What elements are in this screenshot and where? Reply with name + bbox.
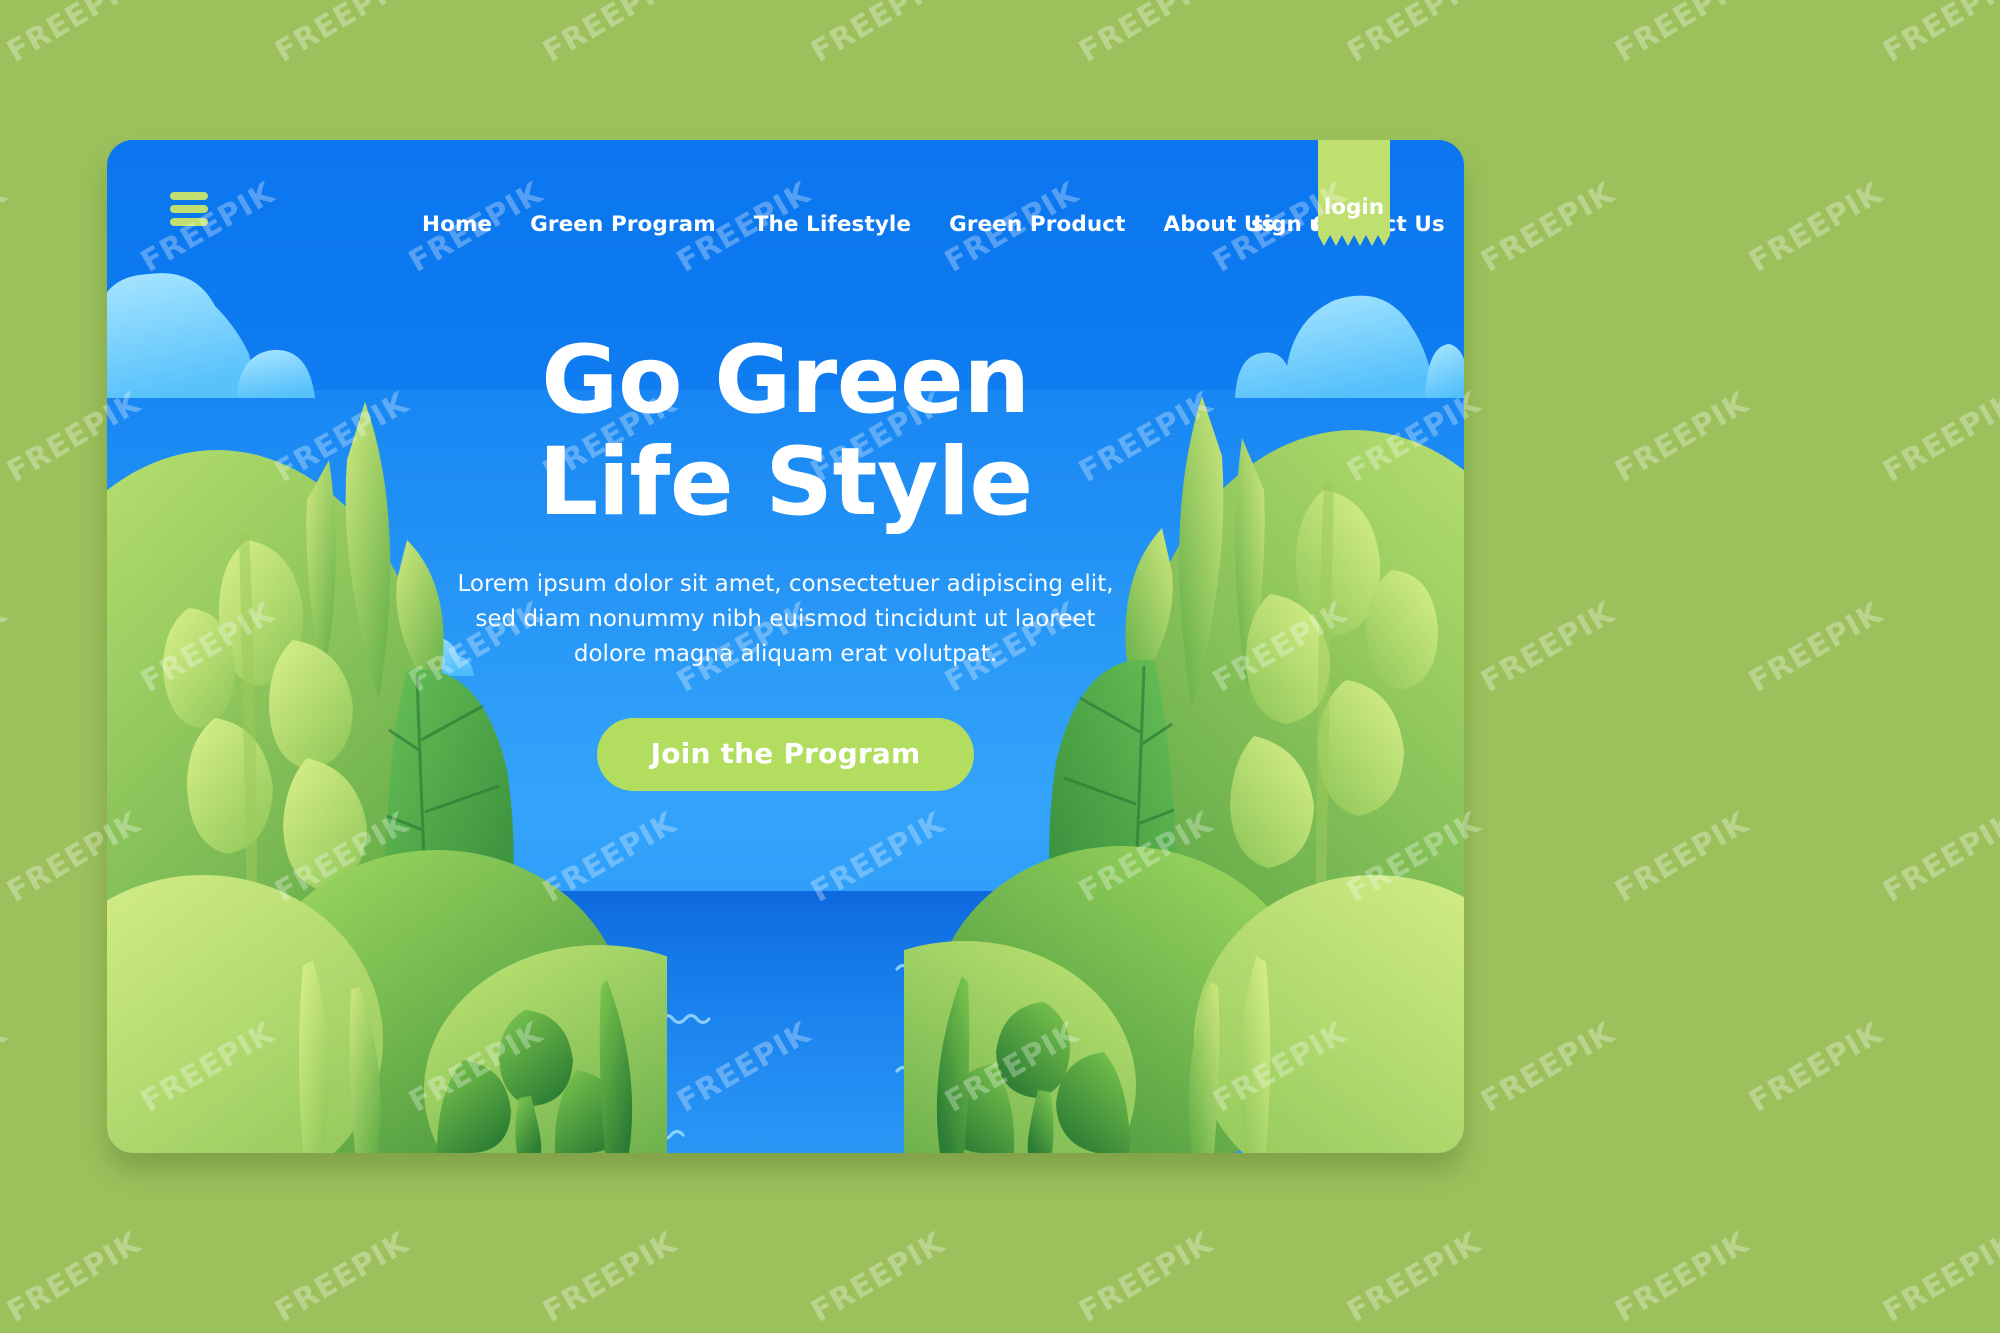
watermark-text: FREEPIK [1,0,147,70]
page-title: Go Green Life Style [107,330,1464,533]
watermark-text: FREEPIK [1743,175,1889,280]
nav-item-green-product[interactable]: Green Product [949,212,1125,237]
watermark-text: FREEPIK [1609,1225,1755,1330]
hero-subtitle: Lorem ipsum dolor sit amet, consectetuer… [457,571,1114,667]
login-ribbon-button[interactable]: login [1318,140,1390,247]
page-root: Home Green Program The Lifestyle Green P… [0,0,2000,1333]
nav-item-green-program[interactable]: Green Program [530,212,716,237]
hero-title-line-2: Life Style [538,427,1033,537]
navbar: Home Green Program The Lifestyle Green P… [107,140,1464,270]
hero-section: Go Green Life Style Lorem ipsum dolor si… [107,330,1464,791]
watermark-text: FREEPIK [269,0,415,70]
watermark-text: FREEPIK [1609,385,1755,490]
watermark-text: FREEPIK [1609,0,1755,70]
watermark-text: FREEPIK [269,1225,415,1330]
nav-link-green-program[interactable]: Green Program [530,212,716,237]
sea-with-waves [107,873,1464,1153]
watermark-text: FREEPIK [0,1015,13,1120]
watermark-text: FREEPIK [1877,1225,2000,1330]
watermark-text: FREEPIK [1341,1225,1487,1330]
nav-link-the-lifestyle[interactable]: The Lifestyle [754,212,911,237]
watermark-text: FREEPIK [1877,0,2000,70]
watermark-text: FREEPIK [1475,175,1621,280]
watermark-text: FREEPIK [1341,0,1487,70]
login-ribbon-body [1318,140,1390,235]
nav-link-green-product[interactable]: Green Product [949,212,1125,237]
join-the-program-button[interactable]: Join the Program [596,717,975,791]
watermark-text: FREEPIK [537,1225,683,1330]
watermark-text: FREEPIK [1743,1015,1889,1120]
watermark-text: FREEPIK [1877,805,2000,910]
hamburger-menu-icon[interactable] [170,192,208,226]
watermark-text: FREEPIK [1073,1225,1219,1330]
hero-title-line-1: Go Green [541,326,1030,435]
watermark-text: FREEPIK [805,1225,951,1330]
watermark-text: FREEPIK [0,595,13,700]
watermark-text: FREEPIK [0,175,13,280]
watermark-text: FREEPIK [537,0,683,70]
watermark-text: FREEPIK [1877,385,2000,490]
landing-page-card: Home Green Program The Lifestyle Green P… [107,140,1464,1153]
login-ribbon-zigzag-icon [1318,235,1390,246]
watermark-text: FREEPIK [1743,595,1889,700]
hamburger-bar-2 [170,205,208,213]
watermark-text: FREEPIK [805,0,951,70]
watermark-text: FREEPIK [1475,595,1621,700]
nav-link-home[interactable]: Home [422,212,492,237]
hamburger-bar-3 [170,218,208,226]
nav-item-the-lifestyle[interactable]: The Lifestyle [754,212,911,237]
nav-item-home[interactable]: Home [422,212,492,237]
watermark-text: FREEPIK [1609,805,1755,910]
watermark-text: FREEPIK [1475,1015,1621,1120]
watermark-text: FREEPIK [1,1225,147,1330]
hamburger-bar-1 [170,192,208,200]
watermark-text: FREEPIK [1073,0,1219,70]
